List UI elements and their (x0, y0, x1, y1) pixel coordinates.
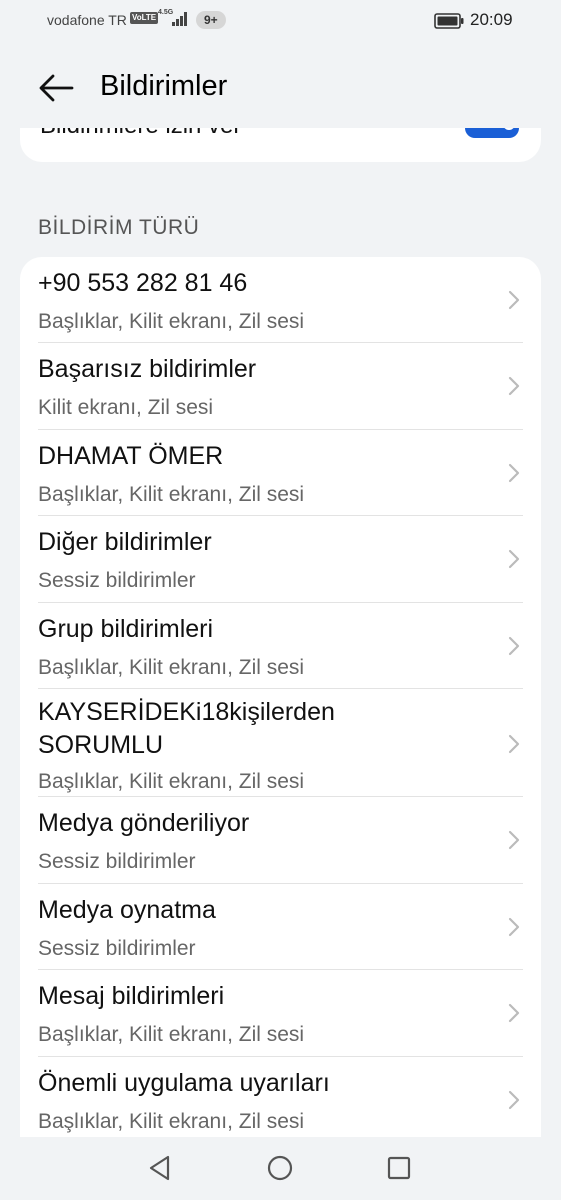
item-subtitle: Başlıklar, Kilit ekranı, Zil sesi (38, 770, 305, 793)
item-title: Başarısız bildirimler (38, 355, 257, 383)
item-subtitle: Başlıklar, Kilit ekranı, Zil sesi (38, 1110, 305, 1133)
chevron-right-icon (508, 734, 520, 754)
nav-back-button[interactable] (143, 1151, 177, 1185)
navigation-bar (0, 1137, 561, 1200)
circle-home-icon (267, 1155, 293, 1181)
clock: 20:09 (470, 10, 513, 29)
list-item[interactable]: Medya oynatma Sessiz bildirimler (20, 884, 541, 970)
signal-icon (172, 12, 187, 26)
item-title: Medya oynatma (38, 896, 216, 924)
toggle-thumb (503, 128, 515, 130)
back-button[interactable] (30, 66, 82, 110)
triangle-back-icon (149, 1155, 170, 1181)
chevron-right-icon (508, 376, 520, 396)
item-title: KAYSERİDEKi18kişilerden (38, 698, 335, 726)
list-item[interactable]: Medya gönderiliyor Sessiz bildirimler (20, 797, 541, 884)
item-title: Grup bildirimleri (38, 615, 214, 643)
list-item[interactable]: Diğer bildirimler Sessiz bildirimler (20, 516, 541, 603)
chevron-right-icon (508, 636, 520, 656)
list-item[interactable]: DHAMAT ÖMER Başlıklar, Kilit ekranı, Zil… (20, 430, 541, 516)
list-item[interactable]: +90 553 282 81 46 Başlıklar, Kilit ekran… (20, 257, 541, 343)
item-subtitle: Sessiz bildirimler (38, 569, 196, 592)
chevron-right-icon (508, 830, 520, 850)
nav-home-button[interactable] (263, 1151, 297, 1185)
chevron-right-icon (508, 463, 520, 483)
allow-notifications-toggle[interactable] (465, 128, 519, 138)
item-subtitle: Başlıklar, Kilit ekranı, Zil sesi (38, 656, 305, 679)
item-title-line2: SORUMLU (38, 731, 164, 759)
volte-badge: VoLTE (130, 12, 159, 24)
chevron-right-icon (508, 1003, 520, 1023)
item-subtitle: Sessiz bildirimler (38, 937, 196, 960)
item-title: DHAMAT ÖMER (38, 442, 224, 470)
chevron-right-icon (508, 290, 520, 310)
item-title: Mesaj bildirimleri (38, 982, 225, 1010)
allow-notifications-label: Bildirimlere izin ver (40, 128, 241, 140)
item-subtitle: Başlıklar, Kilit ekranı, Zil sesi (38, 310, 305, 333)
item-subtitle: Başlıklar, Kilit ekranı, Zil sesi (38, 1023, 305, 1046)
square-recents-icon (387, 1156, 411, 1180)
allow-notifications-row[interactable]: Bildirimlere izin ver (20, 128, 541, 162)
carrier-name: vodafone TR (47, 12, 127, 28)
notification-type-list: +90 553 282 81 46 Başlıklar, Kilit ekran… (20, 257, 541, 1137)
item-title: Önemli uygulama uyarıları (38, 1069, 330, 1097)
item-title: +90 553 282 81 46 (38, 269, 248, 297)
item-subtitle: Kilit ekranı, Zil sesi (38, 396, 214, 419)
status-bar: vodafone TR VoLTE 4.5G 9+ 20:09 (0, 0, 561, 42)
header: Bildirimler (0, 58, 561, 120)
section-header: BİLDİRİM TÜRÜ (38, 216, 200, 239)
chevron-right-icon (508, 1090, 520, 1110)
item-title: Medya gönderiliyor (38, 809, 250, 837)
nav-recents-button[interactable] (382, 1151, 416, 1185)
list-item[interactable]: Başarısız bildirimler Kilit ekranı, Zil … (20, 343, 541, 430)
chevron-right-icon (508, 917, 520, 937)
list-item[interactable]: Grup bildirimleri Başlıklar, Kilit ekran… (20, 603, 541, 689)
list-item[interactable]: KAYSERİDEKi18kişilerden SORUMLU Başlıkla… (20, 689, 541, 797)
notification-count-badge: 9+ (196, 11, 226, 29)
item-subtitle: Başlıklar, Kilit ekranı, Zil sesi (38, 483, 305, 506)
arrow-left-icon (39, 74, 74, 102)
item-title: Diğer bildirimler (38, 528, 212, 556)
chevron-right-icon (508, 549, 520, 569)
list-item[interactable]: Mesaj bildirimleri Başlıklar, Kilit ekra… (20, 970, 541, 1057)
item-subtitle: Sessiz bildirimler (38, 850, 196, 873)
network-type: 4.5G (158, 9, 174, 16)
list-item[interactable]: Önemli uygulama uyarıları Başlıklar, Kil… (20, 1057, 541, 1137)
page-title: Bildirimler (100, 70, 228, 102)
battery-icon (434, 13, 464, 29)
